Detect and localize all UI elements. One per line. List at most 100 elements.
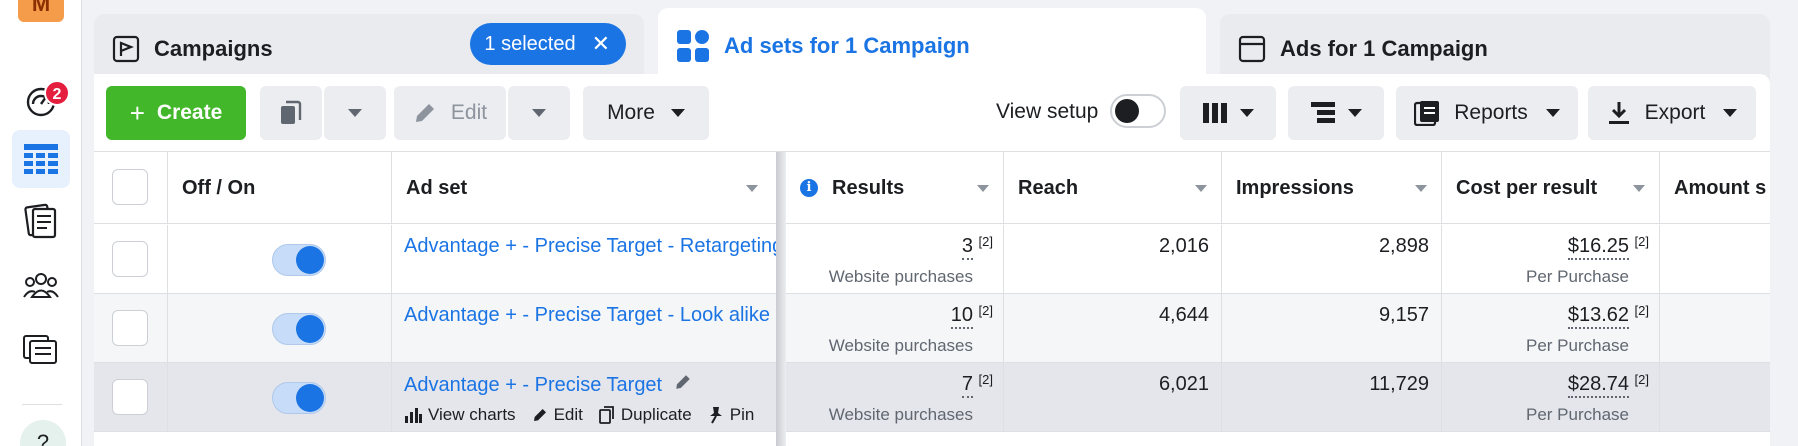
adset-name-text: Advantage + - Precise Target bbox=[404, 374, 663, 396]
results-type: Website purchases bbox=[828, 336, 973, 355]
pencil-icon bbox=[533, 409, 546, 421]
breakdown-button[interactable] bbox=[1288, 86, 1384, 140]
cost-value[interactable]: $28.74 bbox=[1567, 373, 1629, 398]
reach-value: 4,644 bbox=[1158, 304, 1209, 326]
footnote-ref: [2] bbox=[1634, 372, 1649, 387]
table-row[interactable]: Advantage + - Precise Target - Retargeti… bbox=[94, 225, 1770, 294]
tab-campaigns-label: Campaigns bbox=[154, 36, 273, 61]
select-all-checkbox[interactable] bbox=[112, 169, 148, 205]
row-results-cell: 10 [2] Website purchases bbox=[786, 294, 1004, 362]
row-reach-cell: 2,016 bbox=[1004, 225, 1222, 293]
export-button[interactable]: Export bbox=[1588, 86, 1756, 140]
account-avatar[interactable]: M bbox=[18, 0, 64, 22]
results-value[interactable]: 7 bbox=[961, 373, 973, 398]
header-cost-per-result[interactable]: Cost per result bbox=[1442, 152, 1660, 224]
edit-action[interactable]: Edit bbox=[532, 405, 583, 425]
header-reach[interactable]: Reach bbox=[1004, 152, 1222, 224]
close-icon[interactable]: ✕ bbox=[592, 33, 610, 55]
adset-name-link[interactable]: Advantage + - Precise Target bbox=[404, 373, 692, 397]
edit-button[interactable]: Edit bbox=[394, 86, 506, 140]
adset-on-switch[interactable] bbox=[272, 244, 326, 276]
row-checkbox[interactable] bbox=[112, 379, 148, 415]
table-row[interactable]: Advantage + - Precise Target - Look alik… bbox=[94, 294, 1770, 363]
campaign-flag-icon bbox=[112, 35, 140, 63]
rail-divider bbox=[22, 404, 62, 405]
cost-type: Per Purchase bbox=[1526, 336, 1629, 355]
selected-count: 1 selected bbox=[484, 32, 576, 55]
reports-label: Reports bbox=[1454, 101, 1528, 124]
edit-dropdown[interactable] bbox=[508, 86, 570, 140]
create-button[interactable]: + Create bbox=[106, 86, 246, 140]
pin-action[interactable]: Pin bbox=[708, 405, 755, 425]
header-amount-label: Amount s bbox=[1674, 176, 1767, 199]
cost-value[interactable]: $13.62 bbox=[1567, 304, 1629, 329]
cost-value[interactable]: $16.25 bbox=[1567, 235, 1629, 260]
download-icon bbox=[1608, 102, 1629, 124]
cost-type: Per Purchase bbox=[1526, 267, 1629, 286]
duplicate-dropdown[interactable] bbox=[324, 86, 386, 140]
row-toggle-cell bbox=[168, 225, 392, 293]
header-amount-spent[interactable]: Amount s bbox=[1660, 152, 1770, 224]
sort-caret-icon bbox=[977, 185, 989, 192]
pin-icon bbox=[709, 407, 722, 424]
rail-item-audiences[interactable] bbox=[12, 256, 70, 314]
adsets-panel: + Create Edit More View setup Reports Ex… bbox=[94, 74, 1770, 446]
row-checkbox-cell bbox=[94, 363, 168, 431]
header-results-label: Results bbox=[832, 176, 905, 199]
adset-on-switch[interactable] bbox=[272, 382, 326, 414]
footnote-ref: [2] bbox=[978, 372, 993, 387]
adset-name-link[interactable]: Advantage + - Precise Target - Look alik… bbox=[404, 304, 770, 327]
toggle-knob bbox=[1115, 99, 1139, 123]
view-charts-label: View charts bbox=[428, 405, 516, 424]
duplicate-button[interactable] bbox=[260, 86, 322, 140]
rail-item-catalog[interactable] bbox=[12, 320, 70, 378]
row-results-cell: 3 [2] Website purchases bbox=[786, 225, 1004, 293]
breakdown-icon bbox=[1311, 102, 1335, 123]
columns-button[interactable] bbox=[1180, 86, 1276, 140]
row-cost-cell: $16.25 [2] Per Purchase bbox=[1442, 225, 1660, 293]
rail-item-campaigns-table[interactable] bbox=[12, 130, 70, 188]
view-charts-action[interactable]: View charts bbox=[404, 405, 516, 425]
row-name-cell: Advantage + - Precise Target - Retargeti… bbox=[392, 225, 786, 293]
results-value[interactable]: 10 bbox=[950, 304, 973, 329]
table-row[interactable]: Advantage + - Precise Target View charts… bbox=[94, 363, 1770, 432]
selected-filter-pill[interactable]: 1 selected ✕ bbox=[470, 23, 626, 65]
view-setup-toggle[interactable] bbox=[1110, 94, 1166, 128]
more-button[interactable]: More bbox=[583, 86, 709, 140]
edit-label: Edit bbox=[450, 101, 488, 124]
header-impressions[interactable]: Impressions bbox=[1222, 152, 1442, 224]
pencil-icon bbox=[415, 104, 434, 122]
row-reach-cell: 6,021 bbox=[1004, 363, 1222, 431]
chevron-down-icon bbox=[348, 109, 362, 117]
adset-name-link[interactable]: Advantage + - Precise Target - Retargeti… bbox=[404, 235, 783, 258]
help-button[interactable]: ? bbox=[20, 420, 66, 446]
reach-value: 2,016 bbox=[1158, 235, 1209, 257]
row-checkbox[interactable] bbox=[112, 310, 148, 346]
create-label: Create bbox=[156, 101, 223, 124]
people-icon bbox=[23, 273, 59, 298]
results-type: Website purchases bbox=[828, 267, 973, 286]
adset-on-switch[interactable] bbox=[272, 313, 326, 345]
results-value[interactable]: 3 bbox=[961, 235, 973, 260]
header-results[interactable]: i Results bbox=[786, 152, 1004, 224]
row-checkbox[interactable] bbox=[112, 241, 148, 277]
header-toggle[interactable]: Off / On bbox=[168, 152, 392, 224]
duplicate-action[interactable]: Duplicate bbox=[598, 405, 692, 425]
rail-item-reports[interactable] bbox=[12, 192, 70, 250]
header-toggle-label: Off / On bbox=[182, 176, 256, 199]
pin-action-label: Pin bbox=[729, 405, 755, 424]
duplicate-icon bbox=[598, 406, 614, 424]
table-grid-icon bbox=[24, 144, 58, 174]
tab-adsets[interactable]: Ad sets for 1 Campaign bbox=[658, 8, 1206, 84]
duplicate-action-label: Duplicate bbox=[620, 405, 692, 424]
pencil-icon[interactable] bbox=[674, 373, 692, 391]
row-toggle-cell bbox=[168, 294, 392, 362]
info-icon[interactable]: i bbox=[800, 179, 818, 197]
footnote-ref: [2] bbox=[978, 303, 993, 318]
reports-button[interactable]: Reports bbox=[1396, 86, 1578, 140]
sort-caret-icon bbox=[746, 185, 758, 192]
results-type: Website purchases bbox=[828, 405, 973, 424]
frozen-column-divider[interactable] bbox=[776, 152, 786, 446]
switch-knob bbox=[296, 315, 324, 343]
chevron-down-icon bbox=[1723, 109, 1738, 117]
